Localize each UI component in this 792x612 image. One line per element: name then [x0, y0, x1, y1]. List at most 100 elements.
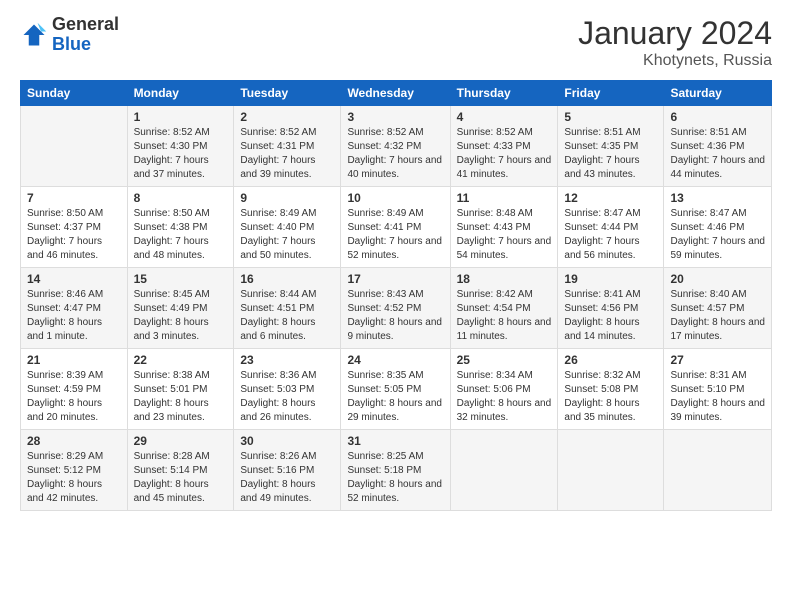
logo-blue: Blue — [52, 34, 91, 54]
day-number: 25 — [457, 353, 552, 367]
day-number: 13 — [670, 191, 765, 205]
header: General Blue January 2024 Khotynets, Rus… — [20, 15, 772, 70]
calendar-cell: 18Sunrise: 8:42 AMSunset: 4:54 PMDayligh… — [450, 268, 558, 349]
col-friday: Friday — [558, 81, 664, 106]
day-info: Sunrise: 8:52 AMSunset: 4:31 PMDaylight:… — [240, 126, 334, 182]
day-number: 11 — [457, 191, 552, 205]
calendar-cell: 8 Sunrise: 8:50 AMSunset: 4:38 PMDaylight… — [127, 187, 234, 268]
day-number: 8 — [134, 191, 228, 205]
day-number: 31 — [347, 434, 443, 448]
col-wednesday: Wednesday — [341, 81, 450, 106]
calendar-cell: 29 Sunrise: 8:28 AMSunset: 5:14 PMDayligh… — [127, 430, 234, 511]
day-number: 30 — [240, 434, 334, 448]
calendar-row: 7 Sunrise: 8:50 AMSunset: 4:37 PMDaylight… — [21, 187, 772, 268]
day-number: 28 — [27, 434, 121, 448]
day-info: Sunrise: 8:41 AMSunset: 4:56 PMDaylight:… — [564, 288, 657, 344]
calendar-cell: 16 Sunrise: 8:44 AMSunset: 4:51 PMDayligh… — [234, 268, 341, 349]
calendar-cell — [450, 430, 558, 511]
calendar-cell — [664, 430, 772, 511]
calendar-cell: 25 Sunrise: 8:34 AMSunset: 5:06 PMDayligh… — [450, 349, 558, 430]
day-info: Sunrise: 8:42 AMSunset: 4:54 PMDaylight:… — [457, 288, 552, 344]
day-number: 1 — [134, 110, 228, 124]
day-info: Sunrise: 8:50 AMSunset: 4:38 PMDaylight:… — [134, 207, 228, 263]
page: General Blue January 2024 Khotynets, Rus… — [0, 0, 792, 612]
calendar-header: Sunday Monday Tuesday Wednesday Thursday… — [21, 81, 772, 106]
col-tuesday: Tuesday — [234, 81, 341, 106]
day-info: Sunrise: 8:52 AMSunset: 4:30 PMDaylight:… — [134, 126, 228, 182]
logo-general: General — [52, 14, 119, 34]
day-info: Sunrise: 8:39 AMSunset: 4:59 PMDaylight:… — [27, 369, 121, 425]
calendar-cell: 17 Sunrise: 8:43 AMSunset: 4:52 PMDayligh… — [341, 268, 450, 349]
calendar-cell: 13 Sunrise: 8:47 AMSunset: 4:46 PMDayligh… — [664, 187, 772, 268]
title-block: January 2024 Khotynets, Russia — [578, 15, 772, 70]
col-sunday: Sunday — [21, 81, 128, 106]
day-number: 27 — [670, 353, 765, 367]
calendar-cell: 27Sunrise: 8:31 AMSunset: 5:10 PMDayligh… — [664, 349, 772, 430]
calendar-cell: 22Sunrise: 8:38 AMSunset: 5:01 PMDayligh… — [127, 349, 234, 430]
day-number: 4 — [457, 110, 552, 124]
day-number: 23 — [240, 353, 334, 367]
day-info: Sunrise: 8:43 AMSunset: 4:52 PMDaylight:… — [347, 288, 443, 344]
calendar-cell: 9Sunrise: 8:49 AMSunset: 4:40 PMDaylight… — [234, 187, 341, 268]
calendar-cell: 7 Sunrise: 8:50 AMSunset: 4:37 PMDaylight… — [21, 187, 128, 268]
day-info: Sunrise: 8:47 AMSunset: 4:44 PMDaylight:… — [564, 207, 657, 263]
calendar-cell: 10 Sunrise: 8:49 AMSunset: 4:41 PMDayligh… — [341, 187, 450, 268]
calendar-cell: 23 Sunrise: 8:36 AMSunset: 5:03 PMDayligh… — [234, 349, 341, 430]
calendar-cell: 12Sunrise: 8:47 AMSunset: 4:44 PMDayligh… — [558, 187, 664, 268]
day-info: Sunrise: 8:46 AMSunset: 4:47 PMDaylight:… — [27, 288, 121, 344]
calendar-cell: 14 Sunrise: 8:46 AMSunset: 4:47 PMDayligh… — [21, 268, 128, 349]
calendar-cell: 31Sunrise: 8:25 AMSunset: 5:18 PMDayligh… — [341, 430, 450, 511]
calendar-cell: 28 Sunrise: 8:29 AMSunset: 5:12 PMDayligh… — [21, 430, 128, 511]
day-number: 5 — [564, 110, 657, 124]
logo: General Blue — [20, 15, 119, 55]
day-info: Sunrise: 8:52 AMSunset: 4:33 PMDaylight:… — [457, 126, 552, 182]
day-info: Sunrise: 8:49 AMSunset: 4:41 PMDaylight:… — [347, 207, 443, 263]
calendar-cell: 4 Sunrise: 8:52 AMSunset: 4:33 PMDaylight… — [450, 106, 558, 187]
day-number: 15 — [134, 272, 228, 286]
day-number: 9 — [240, 191, 334, 205]
col-monday: Monday — [127, 81, 234, 106]
calendar-cell: 1 Sunrise: 8:52 AMSunset: 4:30 PMDaylight… — [127, 106, 234, 187]
month-title: January 2024 — [578, 15, 772, 52]
day-info: Sunrise: 8:38 AMSunset: 5:01 PMDaylight:… — [134, 369, 228, 425]
calendar-cell: 11Sunrise: 8:48 AMSunset: 4:43 PMDayligh… — [450, 187, 558, 268]
day-info: Sunrise: 8:29 AMSunset: 5:12 PMDaylight:… — [27, 450, 121, 506]
col-thursday: Thursday — [450, 81, 558, 106]
calendar-cell: 24 Sunrise: 8:35 AMSunset: 5:05 PMDayligh… — [341, 349, 450, 430]
day-info: Sunrise: 8:51 AMSunset: 4:35 PMDaylight:… — [564, 126, 657, 182]
calendar-row: 14 Sunrise: 8:46 AMSunset: 4:47 PMDayligh… — [21, 268, 772, 349]
day-info: Sunrise: 8:32 AMSunset: 5:08 PMDaylight:… — [564, 369, 657, 425]
day-number: 7 — [27, 191, 121, 205]
day-info: Sunrise: 8:35 AMSunset: 5:05 PMDaylight:… — [347, 369, 443, 425]
day-info: Sunrise: 8:44 AMSunset: 4:51 PMDaylight:… — [240, 288, 334, 344]
day-info: Sunrise: 8:50 AMSunset: 4:37 PMDaylight:… — [27, 207, 121, 263]
day-number: 26 — [564, 353, 657, 367]
calendar-body: 1 Sunrise: 8:52 AMSunset: 4:30 PMDaylight… — [21, 106, 772, 511]
day-number: 14 — [27, 272, 121, 286]
calendar-cell: 20 Sunrise: 8:40 AMSunset: 4:57 PMDayligh… — [664, 268, 772, 349]
day-number: 16 — [240, 272, 334, 286]
logo-text: General Blue — [52, 15, 119, 55]
calendar-row: 21 Sunrise: 8:39 AMSunset: 4:59 PMDayligh… — [21, 349, 772, 430]
col-saturday: Saturday — [664, 81, 772, 106]
day-number: 20 — [670, 272, 765, 286]
day-number: 29 — [134, 434, 228, 448]
day-info: Sunrise: 8:28 AMSunset: 5:14 PMDaylight:… — [134, 450, 228, 506]
day-number: 6 — [670, 110, 765, 124]
day-info: Sunrise: 8:40 AMSunset: 4:57 PMDaylight:… — [670, 288, 765, 344]
day-info: Sunrise: 8:51 AMSunset: 4:36 PMDaylight:… — [670, 126, 765, 182]
day-number: 10 — [347, 191, 443, 205]
location: Khotynets, Russia — [578, 52, 772, 70]
calendar-cell — [558, 430, 664, 511]
day-number: 24 — [347, 353, 443, 367]
day-number: 21 — [27, 353, 121, 367]
day-info: Sunrise: 8:47 AMSunset: 4:46 PMDaylight:… — [670, 207, 765, 263]
calendar-cell: 15 Sunrise: 8:45 AMSunset: 4:49 PMDayligh… — [127, 268, 234, 349]
header-row: Sunday Monday Tuesday Wednesday Thursday… — [21, 81, 772, 106]
day-number: 17 — [347, 272, 443, 286]
day-info: Sunrise: 8:45 AMSunset: 4:49 PMDaylight:… — [134, 288, 228, 344]
day-info: Sunrise: 8:26 AMSunset: 5:16 PMDaylight:… — [240, 450, 334, 506]
calendar-row: 28 Sunrise: 8:29 AMSunset: 5:12 PMDayligh… — [21, 430, 772, 511]
day-info: Sunrise: 8:34 AMSunset: 5:06 PMDaylight:… — [457, 369, 552, 425]
day-info: Sunrise: 8:36 AMSunset: 5:03 PMDaylight:… — [240, 369, 334, 425]
